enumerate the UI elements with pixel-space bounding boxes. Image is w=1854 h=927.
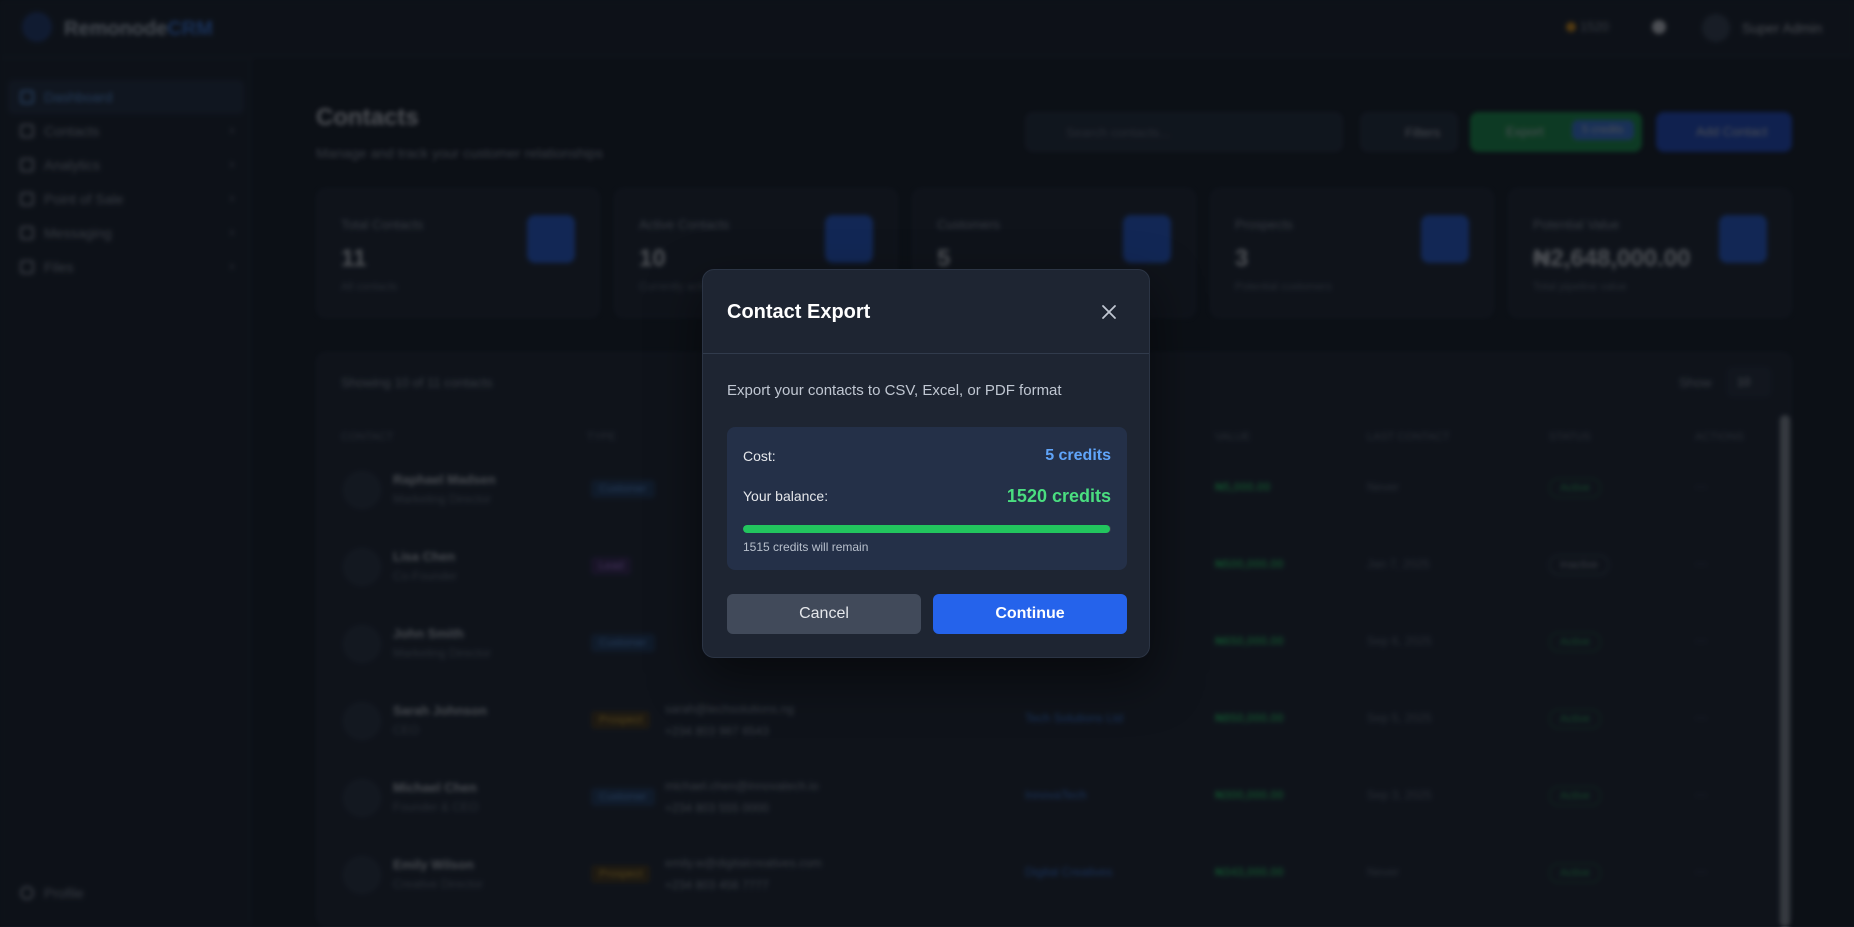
app-root: RemonodeCRM 1520 Super Admin Dashboard C…	[0, 0, 1854, 927]
cancel-button[interactable]: Cancel	[727, 594, 921, 634]
dialog-header: Contact Export	[703, 270, 1149, 354]
dialog-description: Export your contacts to CSV, Excel, or P…	[727, 382, 1062, 399]
cost-label: Cost:	[743, 448, 776, 464]
continue-button[interactable]: Continue	[933, 594, 1127, 634]
remaining-credits-text: 1515 credits will remain	[743, 540, 869, 554]
close-icon[interactable]	[1096, 299, 1122, 325]
cost-value: 5 credits	[1045, 447, 1111, 464]
remaining-credits-bar	[743, 525, 1111, 533]
dialog-title: Contact Export	[727, 301, 871, 323]
remaining-credits-fill	[743, 525, 1110, 533]
contact-export-dialog: Contact Export Export your contacts to C…	[702, 269, 1150, 658]
credit-summary: Cost: 5 credits Your balance: 1520 credi…	[727, 427, 1127, 570]
balance-value: 1520 credits	[1006, 486, 1111, 506]
balance-label: Your balance:	[743, 488, 829, 504]
